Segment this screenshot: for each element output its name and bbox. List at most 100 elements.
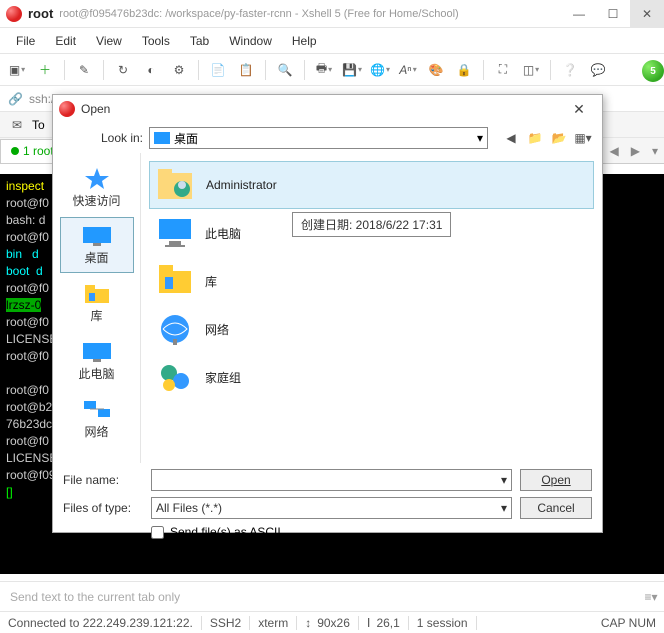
file-item-label: 网络 [205, 321, 229, 338]
homegroup-big-icon [155, 357, 195, 397]
file-list[interactable]: Administrator 此电脑 库 网络 家庭组 [141, 153, 602, 463]
filetype-label: Files of type: [63, 501, 143, 515]
view-icon[interactable]: ▦▾ [574, 129, 592, 147]
menu-view[interactable]: View [88, 30, 130, 52]
app-title: root [28, 6, 53, 21]
maximize-button[interactable]: ☐ [596, 0, 630, 28]
send-input-bar[interactable]: Send text to the current tab only ≡▾ [0, 581, 664, 611]
reconnect-icon[interactable]: ↻ [110, 57, 136, 83]
menu-window[interactable]: Window [221, 30, 280, 52]
file-item-homegroup[interactable]: 家庭组 [149, 353, 594, 401]
file-item-label: Administrator [206, 178, 277, 192]
status-term: xterm [258, 616, 288, 630]
lock-icon[interactable]: 🔒 [451, 57, 477, 83]
file-item-label: 此电脑 [205, 225, 241, 242]
app-icon [6, 6, 22, 22]
libraries-big-icon [155, 261, 195, 301]
file-item-administrator[interactable]: Administrator [149, 161, 594, 209]
menu-tools[interactable]: Tools [134, 30, 178, 52]
open-dialog: Open ✕ Look in: 桌面 ▾ ◀ 📁 📂 ▦▾ 快速访问 桌面 [52, 94, 603, 533]
tab-prev-button[interactable]: ◀ [604, 144, 625, 158]
compose-label: To [32, 118, 45, 132]
color-icon[interactable]: 🎨 [423, 57, 449, 83]
chat-icon[interactable]: 💬 [585, 57, 611, 83]
menu-edit[interactable]: Edit [47, 30, 84, 52]
cancel-button[interactable]: Cancel [520, 497, 592, 519]
star-icon [83, 166, 111, 190]
layout-icon[interactable]: ◫▾ [518, 57, 544, 83]
status-pos-icon: Ⅰ [367, 616, 371, 630]
desktop-icon [154, 132, 170, 144]
lookin-value: 桌面 [174, 130, 198, 147]
properties-icon[interactable]: ⚙ [166, 57, 192, 83]
link-icon: 🔗 [8, 92, 23, 106]
paste-icon[interactable]: 📋 [233, 57, 259, 83]
monitor-icon [81, 225, 113, 247]
chevron-down-icon: ▾ [477, 131, 483, 145]
pc-icon [81, 341, 113, 363]
dialog-app-icon [59, 101, 75, 117]
open-button[interactable]: Open [520, 469, 592, 491]
pen-icon[interactable]: ✎ [71, 57, 97, 83]
tab-next-button[interactable]: ▶ [625, 144, 646, 158]
file-item-libraries[interactable]: 库 [149, 257, 594, 305]
send-menu-button[interactable]: ≡▾ [638, 584, 664, 610]
place-network[interactable]: 网络 [60, 391, 134, 447]
titlebar: root root@f095476b23dc: /workspace/py-fa… [0, 0, 664, 28]
find-icon[interactable]: 🔍 [272, 57, 298, 83]
tooltip: 创建日期: 2018/6/22 17:31 [292, 212, 451, 237]
session-orb-icon[interactable]: 5 [642, 60, 664, 82]
lookin-row: Look in: 桌面 ▾ ◀ 📁 📂 ▦▾ [53, 123, 602, 153]
toolbar: ▣▾ ＋ ✎ ↻ ◐ ⚙ 📄 📋 🔍 🖶▾ 💾▾ 🌐▾ Aⁿ▾ 🎨 🔒 ⛶ ◫▾… [0, 54, 664, 86]
menu-help[interactable]: Help [284, 30, 325, 52]
save-icon[interactable]: 💾▾ [339, 57, 365, 83]
status-bar: Connected to 222.249.239.121:22. SSH2 xt… [0, 611, 664, 633]
tab-status-icon [11, 147, 19, 155]
place-libraries[interactable]: 库 [60, 275, 134, 331]
filetype-select[interactable]: All Files (*.*)▾ [151, 497, 512, 519]
up-icon[interactable]: 📁 [526, 129, 544, 147]
tab-label: 1 root [23, 144, 54, 158]
new-folder-icon[interactable]: 📂 [550, 129, 568, 147]
send-input-placeholder: Send text to the current tab only [0, 590, 638, 604]
help-icon[interactable]: ❔ [557, 57, 583, 83]
status-size-icon: ↕ [305, 616, 311, 630]
places-bar: 快速访问 桌面 库 此电脑 网络 [53, 153, 141, 463]
dialog-title: Open [81, 102, 556, 116]
close-button[interactable]: ✕ [630, 0, 664, 28]
folder-group-icon [83, 283, 111, 305]
copy-icon[interactable]: 📄 [205, 57, 231, 83]
user-folder-icon [156, 165, 196, 205]
menu-file[interactable]: File [8, 30, 43, 52]
send-ascii-checkbox[interactable]: Send file(s) as ASCII [151, 525, 592, 539]
place-this-pc[interactable]: 此电脑 [60, 333, 134, 389]
status-pos: 26,1 [376, 616, 399, 630]
compose-icon[interactable]: ✉ [4, 112, 30, 138]
font-icon[interactable]: Aⁿ▾ [395, 57, 421, 83]
file-item-label: 家庭组 [205, 369, 241, 386]
dialog-close-button[interactable]: ✕ [562, 101, 596, 118]
add-icon[interactable]: ＋ [32, 57, 58, 83]
minimize-button[interactable]: — [562, 0, 596, 28]
tab-menu-button[interactable]: ▾ [646, 144, 664, 158]
disconnect-icon[interactable]: ◐ [138, 57, 164, 83]
lookin-combo[interactable]: 桌面 ▾ [149, 127, 488, 149]
pc-big-icon [155, 213, 195, 253]
status-proto: SSH2 [210, 616, 241, 630]
menu-tab[interactable]: Tab [182, 30, 217, 52]
status-size: 90x26 [317, 616, 350, 630]
back-icon[interactable]: ◀ [502, 129, 520, 147]
file-item-network[interactable]: 网络 [149, 305, 594, 353]
send-ascii-input[interactable] [151, 526, 164, 539]
dialog-titlebar: Open ✕ [53, 95, 602, 123]
filename-input[interactable]: ▾ [151, 469, 512, 491]
fullscreen-icon[interactable]: ⛶ [490, 57, 516, 83]
new-session-icon[interactable]: ▣▾ [4, 57, 30, 83]
status-connected: Connected to 222.249.239.121:22. [8, 616, 193, 630]
print-icon[interactable]: 🖶▾ [311, 57, 337, 83]
place-desktop[interactable]: 桌面 [60, 217, 134, 273]
lookin-label: Look in: [63, 131, 143, 145]
place-quick-access[interactable]: 快速访问 [60, 159, 134, 215]
filename-label: File name: [63, 473, 143, 487]
globe-icon[interactable]: 🌐▾ [367, 57, 393, 83]
